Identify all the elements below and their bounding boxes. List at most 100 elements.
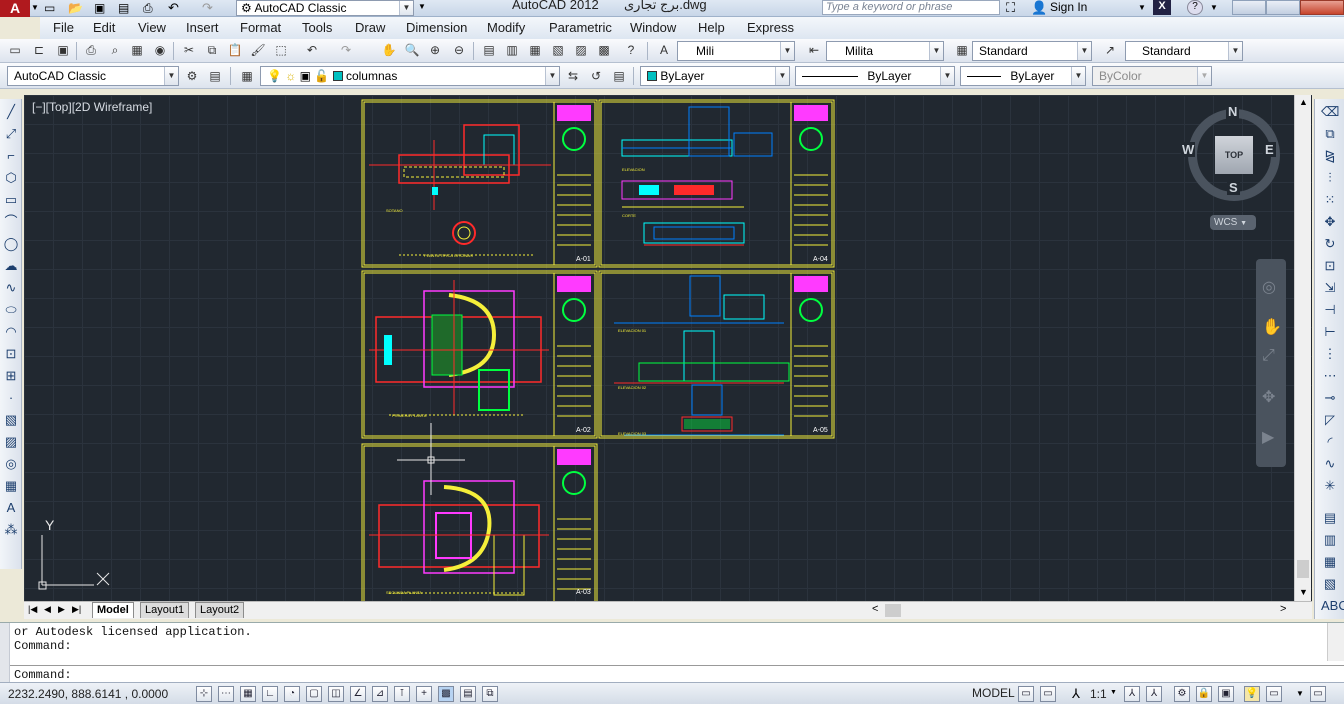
bring-to-front-icon[interactable]: ▥ xyxy=(1321,531,1339,549)
zoom-window-icon[interactable]: ⊕ xyxy=(426,41,444,59)
sign-in-chevron-icon[interactable]: ▼ xyxy=(1138,3,1146,12)
publish-icon[interactable]: ▦ xyxy=(128,41,146,59)
menu-tools[interactable]: Tools xyxy=(302,20,332,35)
menu-insert[interactable]: Insert xyxy=(186,20,219,35)
mirror-icon[interactable]: ⧎ xyxy=(1321,147,1339,165)
linetype-select[interactable]: ByLayer ▼ xyxy=(795,66,955,86)
ortho-mode-icon[interactable]: ∟ xyxy=(262,686,278,702)
lock-ui-icon[interactable]: 🔒 xyxy=(1196,686,1212,702)
open-file-icon[interactable]: 📂 xyxy=(68,1,83,15)
orbit-icon[interactable]: ✥ xyxy=(1262,387,1275,407)
menu-format[interactable]: Format xyxy=(240,20,281,35)
save-icon[interactable]: ▣ xyxy=(94,1,105,15)
snap-mode-icon[interactable]: ⋯ xyxy=(218,686,234,702)
workspace-settings-icon[interactable]: ⚙ xyxy=(183,67,201,85)
layer-state-icon[interactable]: ▤ xyxy=(610,67,628,85)
plot-preview-icon[interactable]: ⌕ xyxy=(106,41,124,59)
dim-style-icon[interactable]: ⇤ xyxy=(805,41,823,59)
selection-cycling-icon[interactable]: ⧉ xyxy=(482,686,498,702)
spline-icon[interactable]: ∿ xyxy=(2,279,20,297)
explode-icon[interactable]: ✳ xyxy=(1321,477,1339,495)
viewcube[interactable]: N S W E TOP xyxy=(1181,104,1280,201)
blend-curves-icon[interactable]: ∿ xyxy=(1321,455,1339,473)
save-toolbar-icon[interactable]: ▣ xyxy=(54,41,72,59)
block-editor-icon[interactable]: ⬚ xyxy=(272,41,290,59)
rectangle-icon[interactable]: ▭ xyxy=(2,191,20,209)
zoom-extents-icon[interactable]: ⤢ xyxy=(1262,347,1275,365)
erase-icon[interactable]: ⌫ xyxy=(1321,103,1339,121)
annotation-scale-chevron-icon[interactable]: ▼ xyxy=(1110,689,1117,696)
new-file-icon[interactable]: ▭ xyxy=(44,1,55,15)
zoom-previous-icon[interactable]: ⊖ xyxy=(450,41,468,59)
pan-icon[interactable]: ✋ xyxy=(380,41,398,59)
cut-icon[interactable]: ✂ xyxy=(180,41,198,59)
dim-style-select[interactable]: Milita ▼ xyxy=(826,41,944,61)
markup-icon[interactable]: ▨ xyxy=(572,41,590,59)
ellipse-icon[interactable]: ⬭ xyxy=(2,301,20,319)
tab-layout2[interactable]: Layout2 xyxy=(195,602,245,618)
make-current-icon[interactable]: ⇆ xyxy=(564,67,582,85)
user-icon[interactable]: 👤 xyxy=(1031,0,1047,16)
layer-properties-icon[interactable]: ▦ xyxy=(238,67,256,85)
qat-overflow-icon[interactable]: ▼ xyxy=(418,2,426,11)
help-toolbar-icon[interactable]: ? xyxy=(622,41,640,59)
mleader-style-icon[interactable]: ↗ xyxy=(1101,41,1119,59)
viewcube-west[interactable]: W xyxy=(1181,142,1196,157)
tool-palettes-icon[interactable]: ▦ xyxy=(526,41,544,59)
menu-window[interactable]: Window xyxy=(630,20,676,35)
wcs-menu[interactable]: WCS ▼ xyxy=(1210,215,1256,230)
table-icon[interactable]: ▦ xyxy=(2,477,20,495)
h-scroll-thumb[interactable] xyxy=(885,604,901,617)
infer-constraints-icon[interactable]: ⊹ xyxy=(196,686,212,702)
dynamic-ucs-icon[interactable]: ⊿ xyxy=(372,686,388,702)
transparency-icon[interactable]: ▩ xyxy=(438,686,454,702)
extend-icon[interactable]: ⊢ xyxy=(1321,323,1339,341)
minimize-icon[interactable] xyxy=(1232,0,1266,15)
drawing-canvas[interactable]: [−][Top][2D Wireframe] A-01 A-04 A-02 A-… xyxy=(24,95,1312,601)
h-scroll-left-icon[interactable]: < xyxy=(872,603,878,615)
mleader-style-select[interactable]: Standard ▼ xyxy=(1125,41,1243,61)
viewcube-south[interactable]: S xyxy=(1227,180,1240,195)
copy-object-icon[interactable]: ⧉ xyxy=(1321,125,1339,143)
chamfer-icon[interactable]: ◸ xyxy=(1321,411,1339,429)
send-to-back-icon[interactable]: ▦ xyxy=(1321,553,1339,571)
polygon-icon[interactable]: ⬡ xyxy=(2,169,20,187)
text-style-icon[interactable]: A xyxy=(655,41,673,59)
break-icon[interactable]: ⋯ xyxy=(1321,367,1339,385)
construction-line-icon[interactable]: ⤢ xyxy=(2,125,20,143)
workspace-switcher[interactable]: ⚙ AutoCAD Classic ▼ xyxy=(236,0,414,16)
binoculars-icon[interactable]: ⛶ xyxy=(1006,0,1015,16)
menu-help[interactable]: Help xyxy=(698,20,725,35)
command-history-scrollbar[interactable] xyxy=(1327,623,1344,661)
annotation-scale-icon[interactable]: ⅄ xyxy=(1072,686,1080,702)
trim-icon[interactable]: ⊣ xyxy=(1321,301,1339,319)
save-as-icon[interactable]: ▤ xyxy=(118,1,129,15)
3d-object-snap-icon[interactable]: ◫ xyxy=(328,686,344,702)
tab-layout1[interactable]: Layout1 xyxy=(140,602,190,618)
help-icon[interactable]: ? xyxy=(1187,0,1203,15)
steering-wheel-icon[interactable]: ◎ xyxy=(1262,277,1276,297)
properties-icon[interactable]: ▤ xyxy=(480,41,498,59)
plot-icon[interactable]: ⎙ xyxy=(143,1,153,16)
help-chevron-icon[interactable]: ▼ xyxy=(1210,3,1218,12)
scroll-up-arrow-icon[interactable]: ▲ xyxy=(1299,97,1308,107)
viewcube-north[interactable]: N xyxy=(1226,104,1240,119)
sheet-set-icon[interactable]: ▧ xyxy=(549,41,567,59)
autocad-logo[interactable]: A xyxy=(0,0,30,17)
polyline-icon[interactable]: ⌐ xyxy=(2,147,20,165)
model-space-button[interactable]: MODEL xyxy=(972,686,1015,700)
color-select[interactable]: ByLayer ▼ xyxy=(640,66,790,86)
workspace-switching-icon[interactable]: ⚙ xyxy=(1174,686,1190,702)
close-icon[interactable] xyxy=(1300,0,1344,15)
object-snap-tracking-icon[interactable]: ∠ xyxy=(350,686,366,702)
coordinates-display[interactable]: 2232.2490, 888.6141 , 0.0000 xyxy=(8,687,168,701)
draw-order-icon[interactable]: ▤ xyxy=(1321,509,1339,527)
search-box[interactable]: Type a keyword or phrase xyxy=(822,0,1000,15)
customize-icon[interactable]: ▤ xyxy=(206,67,224,85)
application-status-icon[interactable]: ▭ xyxy=(1310,686,1326,702)
undo-icon[interactable]: ↶ xyxy=(168,0,179,16)
offset-icon[interactable]: ⫶ xyxy=(1321,169,1339,187)
rotate-icon[interactable]: ↻ xyxy=(1321,235,1339,253)
dynamic-input-icon[interactable]: ⊺ xyxy=(394,686,410,702)
command-input-line[interactable]: Command: xyxy=(10,665,1344,683)
